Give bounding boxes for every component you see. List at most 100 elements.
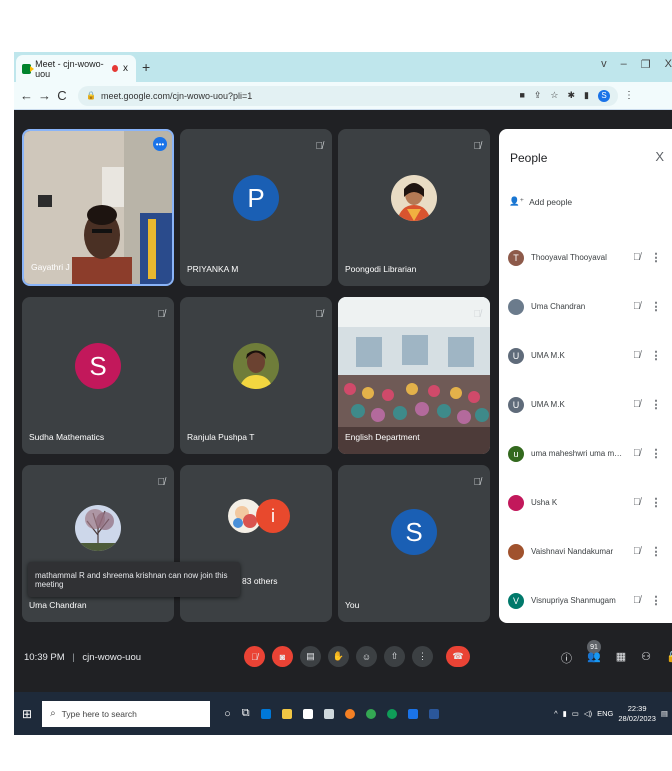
volume-icon[interactable]: ◁) <box>584 709 592 718</box>
file-explorer-icon[interactable] <box>281 708 292 719</box>
participant-tile[interactable]: 🎙̸ English Department <box>338 297 490 454</box>
notifications-icon[interactable]: ▤ <box>661 709 668 718</box>
mic-off-button[interactable]: 🎙̸ <box>244 646 265 667</box>
language-indicator[interactable]: ENG <box>597 709 613 718</box>
emoji-reactions-button[interactable]: ☺ <box>356 646 377 667</box>
toast-text: mathammal R and shreema krishnan can now… <box>35 570 228 589</box>
tile-options-icon[interactable]: ••• <box>153 137 167 151</box>
add-person-icon: 👤⁺ <box>509 196 525 206</box>
more-options-icon[interactable]: ⋮ <box>651 251 662 264</box>
more-options-icon[interactable]: ⋮ <box>651 545 662 558</box>
chat-icon[interactable]: ▦ <box>616 650 626 666</box>
forward-arrow-icon[interactable]: → <box>38 88 51 103</box>
participant-tile-group[interactable]: i 83 others <box>180 465 332 622</box>
list-item[interactable]: Vaishnavi Nandakumar 🎙̸ ⋮ <box>508 527 672 576</box>
list-item[interactable]: U UMA M.K 🎙̸ ⋮ <box>508 380 672 429</box>
network-icon[interactable]: ▮ <box>563 709 567 718</box>
tab-close-button[interactable]: x <box>123 63 128 74</box>
mic-off-icon: 🎙̸ <box>473 309 482 320</box>
chrome-icon[interactable] <box>365 708 376 719</box>
participant-avatar: V <box>508 592 524 609</box>
list-item[interactable]: Usha K 🎙̸ ⋮ <box>508 478 672 527</box>
task-view-icon[interactable]: ⧉ <box>242 707 250 720</box>
chrome-active-icon[interactable] <box>407 708 418 719</box>
camera-off-button[interactable]: ◙ <box>272 646 293 667</box>
list-item[interactable]: V Visnupriya Shanmugam 🎙̸ ⋮ <box>508 576 672 625</box>
tile-name: Uma Chandran <box>29 600 87 610</box>
extensions-icon[interactable]: ✱ <box>568 90 576 102</box>
taskbar-apps: ○ ⧉ <box>224 707 439 720</box>
windows-start-icon[interactable]: ⊞ <box>22 707 32 721</box>
profile-avatar[interactable]: S <box>598 89 610 102</box>
clock-time: 22:39 <box>627 703 647 713</box>
people-icon[interactable]: 👥 <box>587 650 601 666</box>
meeting-details-icon[interactable]: ⓘ <box>561 650 572 666</box>
more-options-icon[interactable]: ⋮ <box>651 398 662 411</box>
edge-icon[interactable] <box>260 708 271 719</box>
restore-button[interactable]: ❐ <box>641 58 651 71</box>
tab-search-button[interactable]: v <box>601 58 607 71</box>
store-icon[interactable] <box>302 708 313 719</box>
participant-name: Thooyaval Thooyaval <box>531 253 607 262</box>
mic-off-icon: 🎙̸ <box>157 309 166 320</box>
participant-tile[interactable]: ••• Gayathri J <box>22 129 174 286</box>
more-options-icon[interactable]: ⋮ <box>651 496 662 509</box>
edge-dev-icon[interactable] <box>386 708 397 719</box>
participant-tile[interactable]: 🎙̸ P PRIYANKA M <box>180 129 332 286</box>
star-icon[interactable]: ☆ <box>550 90 558 102</box>
more-options-icon[interactable]: ⋮ <box>651 349 662 362</box>
more-options-icon[interactable]: ⋮ <box>651 300 662 313</box>
meeting-code: cjn-wowo-uou <box>82 652 142 663</box>
taskbar-search-input[interactable]: ⌕ Type here to search <box>42 700 211 727</box>
participant-list: T Thooyaval Thooyaval 🎙̸ ⋮ Uma Chandran … <box>508 233 672 625</box>
tray-chevron-icon[interactable]: ^ <box>554 709 558 718</box>
battery-icon[interactable]: ▭ <box>572 709 579 718</box>
participant-tile[interactable]: 🎙̸ Ranjula Pushpa T <box>180 297 332 454</box>
word-icon[interactable] <box>428 708 439 719</box>
cortana-icon[interactable]: ○ <box>224 708 231 720</box>
minimize-button[interactable]: – <box>621 58 627 71</box>
list-item[interactable]: u uma maheshwri uma mah... 🎙̸ ⋮ <box>508 429 672 478</box>
firefox-icon[interactable] <box>344 708 355 719</box>
mic-off-icon: 🎙̸ <box>633 448 641 459</box>
sidepanel-icon[interactable]: ▮ <box>584 90 589 102</box>
browser-tab-meet[interactable]: Meet - cjn-wowo-uou x <box>16 55 136 82</box>
add-people-button[interactable]: 👤⁺ Add people <box>509 196 572 207</box>
participant-tile[interactable]: 🎙̸ S Sudha Mathematics <box>22 297 174 454</box>
raise-hand-button[interactable]: ✋ <box>328 646 349 667</box>
mic-off-icon: 🎙̸ <box>157 477 166 488</box>
more-options-button[interactable]: ⋮ <box>412 646 433 667</box>
reload-icon[interactable]: C <box>56 88 68 103</box>
camera-indicator-icon[interactable]: ■ <box>519 90 524 102</box>
new-tab-button[interactable]: + <box>142 59 150 75</box>
participant-photo <box>391 175 437 221</box>
more-options-icon[interactable]: ⋮ <box>651 594 662 607</box>
captions-button[interactable]: ▤ <box>300 646 321 667</box>
present-screen-button[interactable]: ⇧ <box>384 646 405 667</box>
url-text: meet.google.com/cjn-wowo-uou?pli=1 <box>100 90 253 101</box>
list-item[interactable]: Uma Chandran 🎙̸ ⋮ <box>508 282 672 331</box>
leave-call-button[interactable]: ☎ <box>446 646 470 667</box>
participant-name: Uma Chandran <box>531 302 586 311</box>
more-options-icon[interactable]: ⋮ <box>651 447 662 460</box>
participant-tile[interactable]: 🎙̸ Poongodi Librarian <box>338 129 490 286</box>
participant-tile-self[interactable]: 🎙̸ S You <box>338 465 490 622</box>
share-icon[interactable]: ⇪ <box>534 90 542 102</box>
panel-close-button[interactable]: X <box>655 149 664 164</box>
host-controls-icon[interactable]: 🔒 <box>666 650 672 666</box>
list-item[interactable]: U UMA M.K 🎙̸ ⋮ <box>508 331 672 380</box>
address-bar[interactable]: 🔒 meet.google.com/cjn-wowo-uou?pli=1 ■ ⇪… <box>78 85 618 106</box>
mic-off-icon: 🎙̸ <box>315 141 324 152</box>
close-window-button[interactable]: X <box>665 58 672 71</box>
activities-icon[interactable]: ⚇ <box>641 650 651 666</box>
participant-tile[interactable]: 🎙̸ Uma Chandran <box>22 465 174 622</box>
list-item[interactable]: T Thooyaval Thooyaval 🎙̸ ⋮ <box>508 233 672 282</box>
taskbar-clock[interactable]: 22:39 28/02/2023 <box>618 704 656 724</box>
mic-off-icon: 🎙̸ <box>633 399 641 410</box>
back-arrow-icon[interactable]: ← <box>20 88 33 103</box>
meeting-time: 10:39 PM <box>24 652 65 663</box>
browser-toolbar: ← → C 🔒 meet.google.com/cjn-wowo-uou?pli… <box>14 82 672 110</box>
mail-icon[interactable] <box>323 708 334 719</box>
participant-name: UMA M.K <box>531 351 565 360</box>
browser-menu-icon[interactable]: ⋮ <box>624 90 634 101</box>
